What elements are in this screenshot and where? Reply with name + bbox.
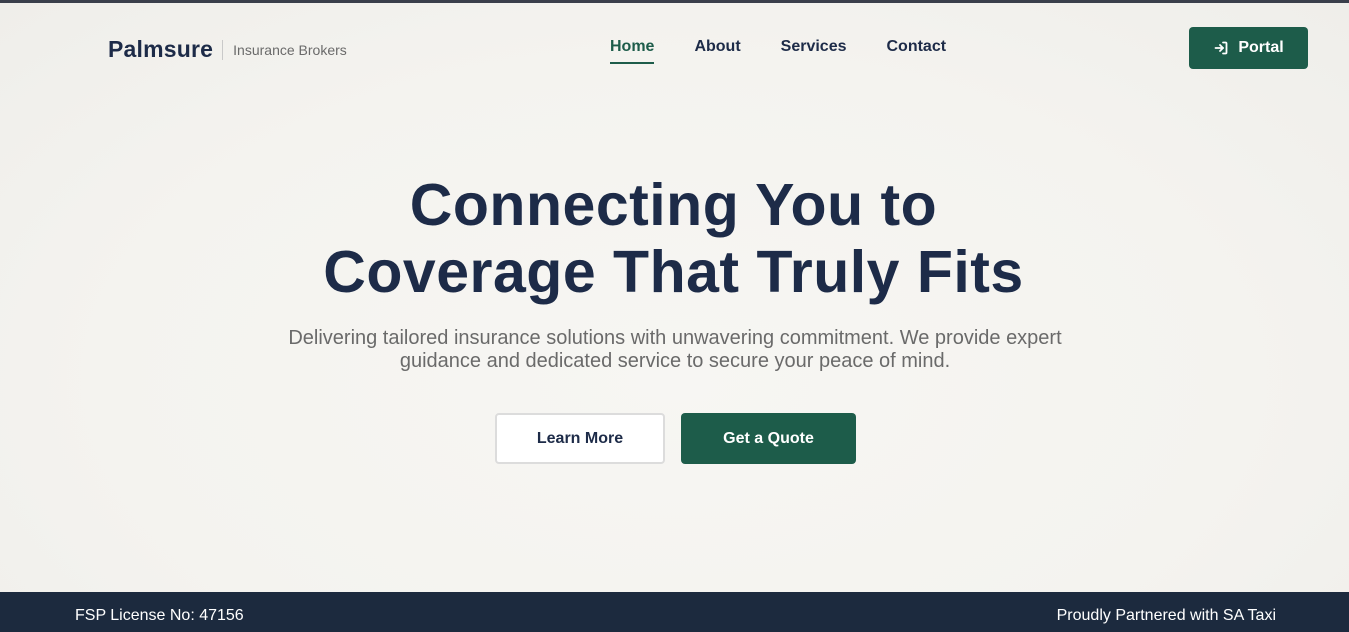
portal-button[interactable]: Portal (1189, 27, 1308, 69)
hero-title-line-1: Connecting You to (409, 172, 938, 238)
learn-more-button[interactable]: Learn More (495, 413, 665, 464)
top-border (0, 0, 1349, 3)
partner-text: Proudly Partnered with SA Taxi (1056, 607, 1276, 624)
nav-item-home[interactable]: Home (610, 38, 655, 64)
hero-title-line-2: Coverage That Truly Fits (323, 239, 1024, 305)
page: Palmsure Insurance Brokers Home About Se… (0, 0, 1349, 632)
portal-button-label: Portal (1238, 39, 1284, 56)
brand[interactable]: Palmsure Insurance Brokers (108, 36, 347, 63)
fsp-license-text: FSP License No: 47156 (75, 607, 244, 624)
brand-tagline: Insurance Brokers (233, 41, 347, 58)
hero-actions: Learn More Get a Quote (495, 413, 856, 464)
brand-divider (222, 39, 224, 60)
hero-subtitle: Delivering tailored insurance solutions … (288, 327, 1062, 372)
get-a-quote-button[interactable]: Get a Quote (681, 413, 856, 464)
main-nav: Home About Services Contact (610, 38, 986, 64)
brand-logo-text[interactable]: Palmsure (108, 36, 213, 63)
login-icon (1214, 41, 1228, 55)
footer-bar: FSP License No: 47156 Proudly Partnered … (0, 592, 1349, 632)
nav-item-about[interactable]: About (694, 38, 740, 64)
hero-title: Connecting You to Coverage That Truly Fi… (0, 172, 1348, 306)
nav-item-contact[interactable]: Contact (887, 38, 947, 64)
nav-item-services[interactable]: Services (781, 38, 847, 64)
